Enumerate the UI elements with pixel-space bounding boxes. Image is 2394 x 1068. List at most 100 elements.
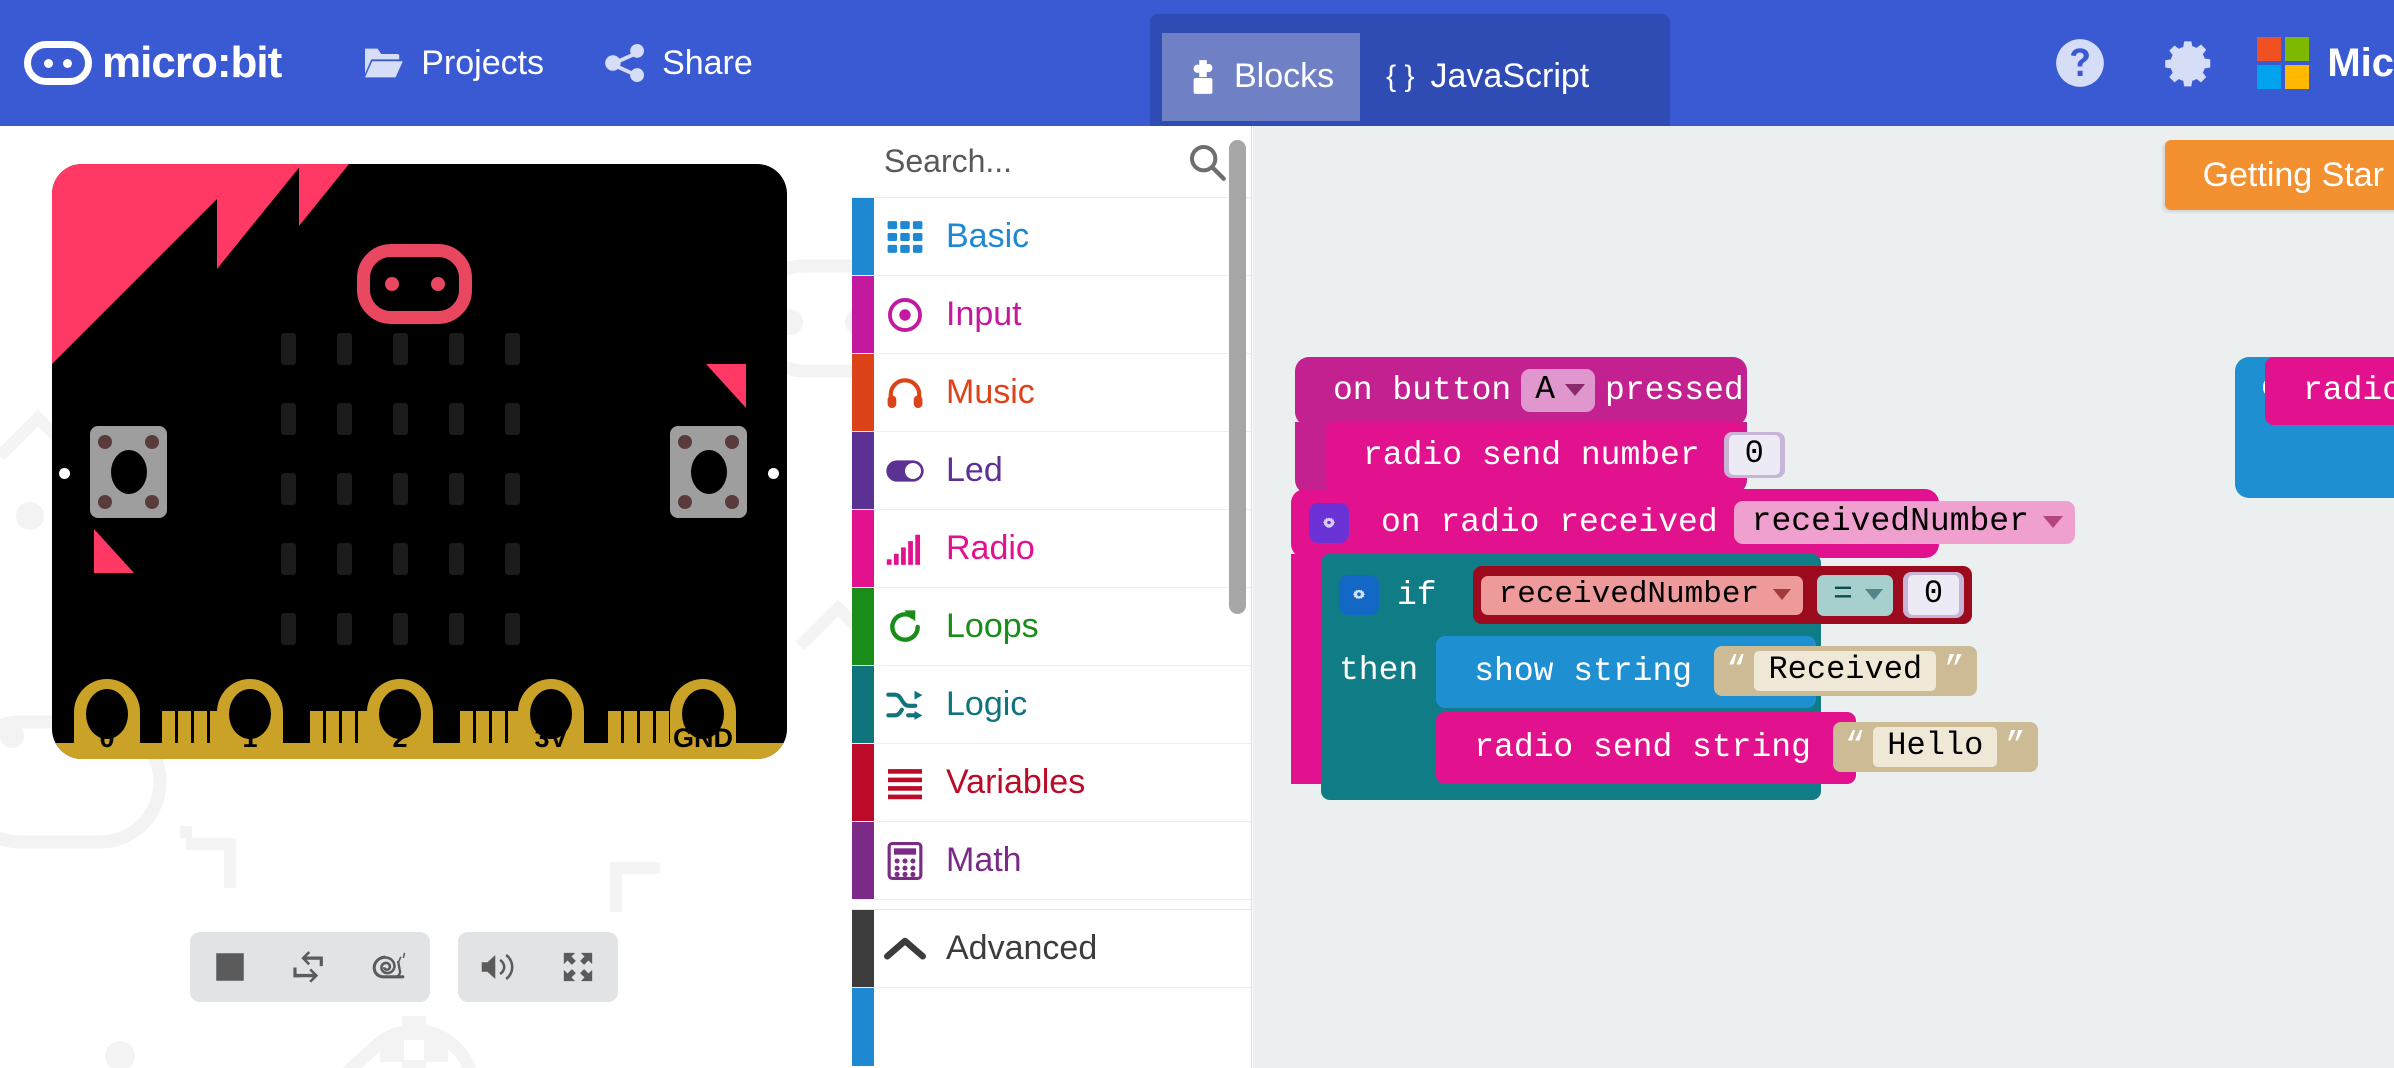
toolbox-category-advanced[interactable]: Advanced [852,910,1251,988]
block-show-string[interactable]: show string “ Received ” [1436,636,1977,708]
radio-send-string-label: radio send string [1474,728,1811,766]
getting-started-button[interactable]: Getting Star [2164,140,2394,210]
edge-connector-pins: 0 1 2 3V GND [52,679,787,759]
nav-share[interactable]: Share [574,0,783,126]
quote-close-icon: ” [2005,727,2026,766]
toolbox-category-basic[interactable]: Basic [852,198,1251,276]
block-on-radio-received[interactable]: on radio received receivedNumber if rece… [1291,489,2075,800]
block-on-button-pressed[interactable]: on button A pressed radio send number 0 [1295,357,1785,498]
tab-blocks[interactable]: Blocks [1162,32,1361,121]
toolbox-category-variables[interactable]: Variables [852,744,1251,822]
show-string-label: show string [1474,652,1693,690]
pin-1-label: 1 [242,723,258,753]
board-button-a[interactable] [90,426,167,518]
slow-motion-button[interactable] [350,932,430,1002]
search-placeholder: Search... [884,143,1013,179]
pin-gnd[interactable]: GND [670,679,736,759]
editor-tab-group: Blocks { } JavaScript [1150,14,1670,126]
radio-send-string-slot: “ Hello ” [1832,722,2038,772]
block-radio-send-number[interactable]: radio send number 0 [1325,422,1785,490]
help-button[interactable] [2025,0,2135,126]
search-input[interactable]: Search... [852,126,1251,198]
led-matrix[interactable] [260,314,540,664]
comparison-left-value: receivedNumber [1498,576,1760,612]
button-b-label: B [684,366,706,399]
settings-button[interactable] [2135,0,2245,126]
toolbox-category-variables-label: Variables [946,763,1086,801]
block-if-then[interactable]: if receivedNumber = 0 then show string “… [1321,554,2038,800]
mute-button[interactable] [458,932,538,1002]
block-settings-gear-if[interactable] [1339,575,1379,615]
toolbox-category-math[interactable]: Math [852,822,1251,900]
comparison-right-value[interactable]: 0 [1907,575,1960,615]
on-radio-received-header[interactable]: on radio received receivedNumber [1291,489,2075,558]
on-button-label-prefix: on button [1333,372,1512,409]
chevron-down-icon [2042,515,2063,528]
block-radio-send-string[interactable]: radio send string “ Hello ” [1436,712,2038,784]
comparison-right-slot: 0 [1902,572,1965,618]
if-header-row[interactable]: if receivedNumber = 0 [1321,554,1973,636]
block-on-start[interactable]: on start radio set group 1 [2235,357,2394,498]
button-select-dropdown[interactable]: A [1521,369,1596,412]
radio-send-number-value[interactable]: 0 [1728,435,1780,475]
block-settings-gear-radio[interactable] [1309,502,1349,543]
snail-icon [372,952,406,979]
board-accent-triangle-2 [217,164,302,269]
gear-icon [2165,41,2211,87]
on-button-pressed-header[interactable]: on button A pressed [1295,357,1747,426]
toolbox-category-loops[interactable]: Loops [852,588,1251,666]
tab-blocks-label: Blocks [1234,57,1335,95]
block-radio-set-group[interactable]: radio set group 1 [2265,357,2394,425]
restart-button[interactable] [270,932,350,1002]
comparison-left-variable[interactable]: receivedNumber [1480,575,1804,615]
blocks-workspace[interactable]: Getting Star on button A pressed radio s… [1253,126,2394,1068]
toolbox-category-input[interactable]: Input [852,276,1251,354]
headphones-icon [874,374,936,412]
comparison-expression[interactable]: receivedNumber = 0 [1472,566,1973,624]
grid-squares-icon [874,218,936,256]
board-body: A B 0 1 2 3V GND [52,164,787,759]
microbit-logo[interactable]: micro:bit [24,38,282,87]
brand-label: micro:bit [102,38,282,87]
radio-parameter-dropdown[interactable]: receivedNumber [1733,501,2075,544]
pin-1[interactable]: 1 [217,679,283,759]
on-start-body: radio set group 1 [2235,357,2394,498]
toolbox-category-led[interactable]: Led [852,432,1251,510]
nav-share-label: Share [662,43,753,82]
microsoft-label: Mic [2327,40,2394,85]
toolbox-category-music[interactable]: Music [852,354,1251,432]
fullscreen-button[interactable] [538,932,618,1002]
quote-open-icon: “ [1726,651,1747,690]
puzzle-piece-icon [1193,59,1213,94]
show-string-slot: “ Received ” [1714,646,1977,696]
pin-2[interactable]: 2 [367,679,433,759]
comparison-operator-dropdown[interactable]: = [1817,574,1893,616]
tab-javascript[interactable]: { } JavaScript [1360,33,1615,121]
on-button-label-suffix: pressed [1605,372,1744,409]
gear-icon [1353,589,1365,599]
chevron-up-icon [874,935,936,963]
chevron-down-icon [1565,383,1586,396]
button-a-label: A [124,538,146,571]
microbit-logo-icon [24,41,92,85]
on-radio-received-body: if receivedNumber = 0 then show string “… [1291,554,2038,800]
pin-3v[interactable]: 3V [518,679,584,759]
quote-close-icon: ” [1944,651,1965,690]
toolbox-scrollbar[interactable] [1229,140,1246,614]
show-string-value[interactable]: Received [1754,651,1937,691]
toolbox-category-radio[interactable]: Radio [852,510,1251,588]
chevron-down-icon [1864,588,1883,600]
stop-button[interactable] [190,932,270,1002]
radio-send-string-value[interactable]: Hello [1873,727,1998,767]
toolbox-category-logic[interactable]: Logic [852,666,1251,744]
microsoft-logo-icon [2257,37,2310,89]
volume-up-icon [481,953,514,981]
pin-0[interactable]: 0 [74,679,140,759]
microsoft-branding[interactable]: Mic [2245,37,2394,89]
nav-projects[interactable]: Projects [331,0,574,126]
toolbox-category-extra[interactable] [852,988,1251,1066]
toolbox-category-basic-label: Basic [946,217,1030,255]
simulator-panel: A B 0 1 2 3V GND [0,126,852,1068]
board-button-b[interactable] [670,426,747,518]
microbit-board[interactable]: A B 0 1 2 3V GND [52,164,787,759]
